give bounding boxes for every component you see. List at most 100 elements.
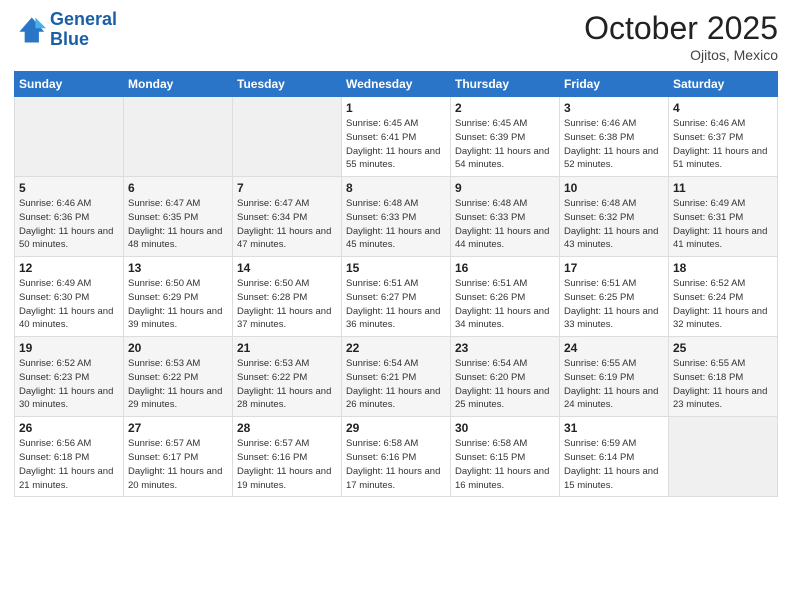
day-info: Sunrise: 6:48 AM Sunset: 6:33 PM Dayligh… [346, 197, 446, 252]
day-number: 15 [346, 261, 446, 275]
day-number: 3 [564, 101, 664, 115]
day-number: 24 [564, 341, 664, 355]
calendar-cell: 8 Sunrise: 6:48 AM Sunset: 6:33 PM Daylig… [342, 177, 451, 257]
logo-text: General Blue [50, 10, 117, 50]
logo: General Blue [14, 10, 117, 50]
day-info: Sunrise: 6:54 AM Sunset: 6:20 PM Dayligh… [455, 357, 555, 412]
day-number: 14 [237, 261, 337, 275]
calendar-cell: 21 Sunrise: 6:53 AM Sunset: 6:22 PM Dayli… [233, 337, 342, 417]
day-info: Sunrise: 6:57 AM Sunset: 6:16 PM Dayligh… [237, 437, 337, 492]
day-number: 17 [564, 261, 664, 275]
calendar-cell: 2 Sunrise: 6:45 AM Sunset: 6:39 PM Daylig… [451, 97, 560, 177]
location: Ojitos, Mexico [584, 47, 778, 63]
day-info: Sunrise: 6:49 AM Sunset: 6:31 PM Dayligh… [673, 197, 773, 252]
day-number: 30 [455, 421, 555, 435]
day-number: 25 [673, 341, 773, 355]
day-info: Sunrise: 6:45 AM Sunset: 6:39 PM Dayligh… [455, 117, 555, 172]
calendar-week-row: 1 Sunrise: 6:45 AM Sunset: 6:41 PM Daylig… [15, 97, 778, 177]
page-container: General Blue October 2025 Ojitos, Mexico… [0, 0, 792, 507]
day-info: Sunrise: 6:51 AM Sunset: 6:27 PM Dayligh… [346, 277, 446, 332]
day-number: 8 [346, 181, 446, 195]
calendar-table: SundayMondayTuesdayWednesdayThursdayFrid… [14, 71, 778, 497]
calendar-cell: 5 Sunrise: 6:46 AM Sunset: 6:36 PM Daylig… [15, 177, 124, 257]
calendar-week-row: 12 Sunrise: 6:49 AM Sunset: 6:30 PM Dayli… [15, 257, 778, 337]
calendar-cell [233, 97, 342, 177]
calendar-cell: 25Sunrise: 6:55 AM Sunset: 6:18 PM Dayli… [669, 337, 778, 417]
header-day: Monday [124, 72, 233, 97]
day-info: Sunrise: 6:47 AM Sunset: 6:34 PM Dayligh… [237, 197, 337, 252]
day-number: 26 [19, 421, 119, 435]
calendar-cell: 22Sunrise: 6:54 AM Sunset: 6:21 PM Dayli… [342, 337, 451, 417]
header-day: Saturday [669, 72, 778, 97]
calendar-cell: 12 Sunrise: 6:49 AM Sunset: 6:30 PM Dayli… [15, 257, 124, 337]
calendar-cell: 9Sunrise: 6:48 AM Sunset: 6:33 PM Daylig… [451, 177, 560, 257]
logo-general: General [50, 9, 117, 29]
header-day: Tuesday [233, 72, 342, 97]
day-info: Sunrise: 6:51 AM Sunset: 6:26 PM Dayligh… [455, 277, 555, 332]
calendar-cell: 19 Sunrise: 6:52 AM Sunset: 6:23 PM Dayli… [15, 337, 124, 417]
day-info: Sunrise: 6:59 AM Sunset: 6:14 PM Dayligh… [564, 437, 664, 492]
day-number: 11 [673, 181, 773, 195]
header-row: SundayMondayTuesdayWednesdayThursdayFrid… [15, 72, 778, 97]
day-info: Sunrise: 6:48 AM Sunset: 6:33 PM Dayligh… [455, 197, 555, 252]
calendar-cell: 29Sunrise: 6:58 AM Sunset: 6:16 PM Dayli… [342, 417, 451, 497]
logo-icon [14, 14, 46, 46]
calendar-cell: 23 Sunrise: 6:54 AM Sunset: 6:20 PM Dayli… [451, 337, 560, 417]
day-number: 5 [19, 181, 119, 195]
calendar-cell: 10Sunrise: 6:48 AM Sunset: 6:32 PM Dayli… [560, 177, 669, 257]
day-info: Sunrise: 6:46 AM Sunset: 6:37 PM Dayligh… [673, 117, 773, 172]
calendar-cell: 13 Sunrise: 6:50 AM Sunset: 6:29 PM Dayli… [124, 257, 233, 337]
day-number: 21 [237, 341, 337, 355]
day-info: Sunrise: 6:56 AM Sunset: 6:18 PM Dayligh… [19, 437, 119, 492]
calendar-cell [15, 97, 124, 177]
day-info: Sunrise: 6:54 AM Sunset: 6:21 PM Dayligh… [346, 357, 446, 412]
day-number: 28 [237, 421, 337, 435]
day-info: Sunrise: 6:50 AM Sunset: 6:29 PM Dayligh… [128, 277, 228, 332]
calendar-cell: 17Sunrise: 6:51 AM Sunset: 6:25 PM Dayli… [560, 257, 669, 337]
calendar-cell: 7 Sunrise: 6:47 AM Sunset: 6:34 PM Daylig… [233, 177, 342, 257]
day-number: 4 [673, 101, 773, 115]
day-info: Sunrise: 6:47 AM Sunset: 6:35 PM Dayligh… [128, 197, 228, 252]
calendar-cell: 31 Sunrise: 6:59 AM Sunset: 6:14 PM Dayli… [560, 417, 669, 497]
calendar-week-row: 19 Sunrise: 6:52 AM Sunset: 6:23 PM Dayli… [15, 337, 778, 417]
day-number: 13 [128, 261, 228, 275]
day-number: 12 [19, 261, 119, 275]
day-info: Sunrise: 6:46 AM Sunset: 6:38 PM Dayligh… [564, 117, 664, 172]
calendar-cell: 18Sunrise: 6:52 AM Sunset: 6:24 PM Dayli… [669, 257, 778, 337]
day-number: 16 [455, 261, 555, 275]
day-number: 7 [237, 181, 337, 195]
day-info: Sunrise: 6:58 AM Sunset: 6:16 PM Dayligh… [346, 437, 446, 492]
day-number: 19 [19, 341, 119, 355]
day-number: 2 [455, 101, 555, 115]
day-number: 27 [128, 421, 228, 435]
day-info: Sunrise: 6:53 AM Sunset: 6:22 PM Dayligh… [237, 357, 337, 412]
day-number: 10 [564, 181, 664, 195]
day-number: 23 [455, 341, 555, 355]
logo-blue: Blue [50, 29, 89, 49]
day-info: Sunrise: 6:46 AM Sunset: 6:36 PM Dayligh… [19, 197, 119, 252]
calendar-cell: 27Sunrise: 6:57 AM Sunset: 6:17 PM Dayli… [124, 417, 233, 497]
day-info: Sunrise: 6:49 AM Sunset: 6:30 PM Dayligh… [19, 277, 119, 332]
header-day: Thursday [451, 72, 560, 97]
calendar-cell: 28 Sunrise: 6:57 AM Sunset: 6:16 PM Dayli… [233, 417, 342, 497]
calendar-cell: 20Sunrise: 6:53 AM Sunset: 6:22 PM Dayli… [124, 337, 233, 417]
day-number: 1 [346, 101, 446, 115]
day-info: Sunrise: 6:53 AM Sunset: 6:22 PM Dayligh… [128, 357, 228, 412]
calendar-cell [669, 417, 778, 497]
calendar-week-row: 26 Sunrise: 6:56 AM Sunset: 6:18 PM Dayli… [15, 417, 778, 497]
title-block: October 2025 Ojitos, Mexico [584, 10, 778, 63]
calendar-week-row: 5 Sunrise: 6:46 AM Sunset: 6:36 PM Daylig… [15, 177, 778, 257]
calendar-cell: 30Sunrise: 6:58 AM Sunset: 6:15 PM Dayli… [451, 417, 560, 497]
day-info: Sunrise: 6:52 AM Sunset: 6:23 PM Dayligh… [19, 357, 119, 412]
header: General Blue October 2025 Ojitos, Mexico [14, 10, 778, 63]
calendar-cell: 24Sunrise: 6:55 AM Sunset: 6:19 PM Dayli… [560, 337, 669, 417]
day-info: Sunrise: 6:52 AM Sunset: 6:24 PM Dayligh… [673, 277, 773, 332]
header-day: Wednesday [342, 72, 451, 97]
day-number: 31 [564, 421, 664, 435]
header-day: Sunday [15, 72, 124, 97]
calendar-cell: 14Sunrise: 6:50 AM Sunset: 6:28 PM Dayli… [233, 257, 342, 337]
calendar-cell: 3 Sunrise: 6:46 AM Sunset: 6:38 PM Daylig… [560, 97, 669, 177]
calendar-cell: 4 Sunrise: 6:46 AM Sunset: 6:37 PM Daylig… [669, 97, 778, 177]
day-info: Sunrise: 6:45 AM Sunset: 6:41 PM Dayligh… [346, 117, 446, 172]
header-day: Friday [560, 72, 669, 97]
